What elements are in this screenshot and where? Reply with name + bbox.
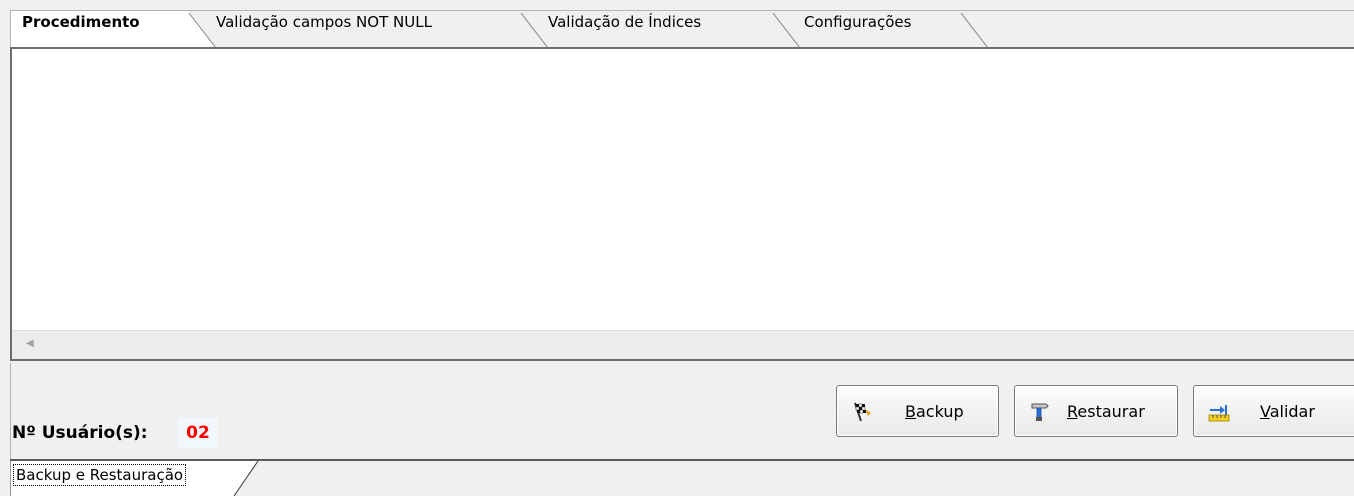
restore-button[interactable]: Restaurar xyxy=(1014,385,1178,437)
users-count-label: Nº Usuário(s): xyxy=(12,423,148,443)
tab-validacao-not-null[interactable]: Validação campos NOT NULL xyxy=(216,12,432,32)
checkered-flag-icon xyxy=(854,402,871,422)
tab-validacao-indices[interactable]: Validação de Índices xyxy=(548,12,701,32)
procedure-text-area[interactable] xyxy=(12,49,1354,331)
scroll-left-arrow-icon[interactable]: ◀ xyxy=(26,338,34,349)
bottom-tab-shape xyxy=(10,461,259,496)
tab-backup-restauracao[interactable]: Backup e Restauração xyxy=(12,464,187,486)
users-count-value: 02 xyxy=(178,418,218,448)
validate-button-label: Validar xyxy=(1260,402,1315,421)
tab-configuracoes[interactable]: Configurações xyxy=(804,12,911,32)
procedure-content-panel: ◀ xyxy=(10,47,1354,361)
backup-button[interactable]: Backup xyxy=(836,385,999,437)
backup-button-label: Backup xyxy=(905,402,964,421)
hammer-icon xyxy=(1031,403,1049,421)
tab-procedimento[interactable]: Procedimento xyxy=(22,12,140,32)
horizontal-scrollbar[interactable]: ◀ xyxy=(12,330,1354,359)
bottom-tab-strip xyxy=(10,461,1354,496)
validate-button[interactable]: Validar xyxy=(1193,385,1354,437)
ruler-arrow-icon xyxy=(1208,405,1230,422)
restore-button-label: Restaurar xyxy=(1067,402,1145,421)
